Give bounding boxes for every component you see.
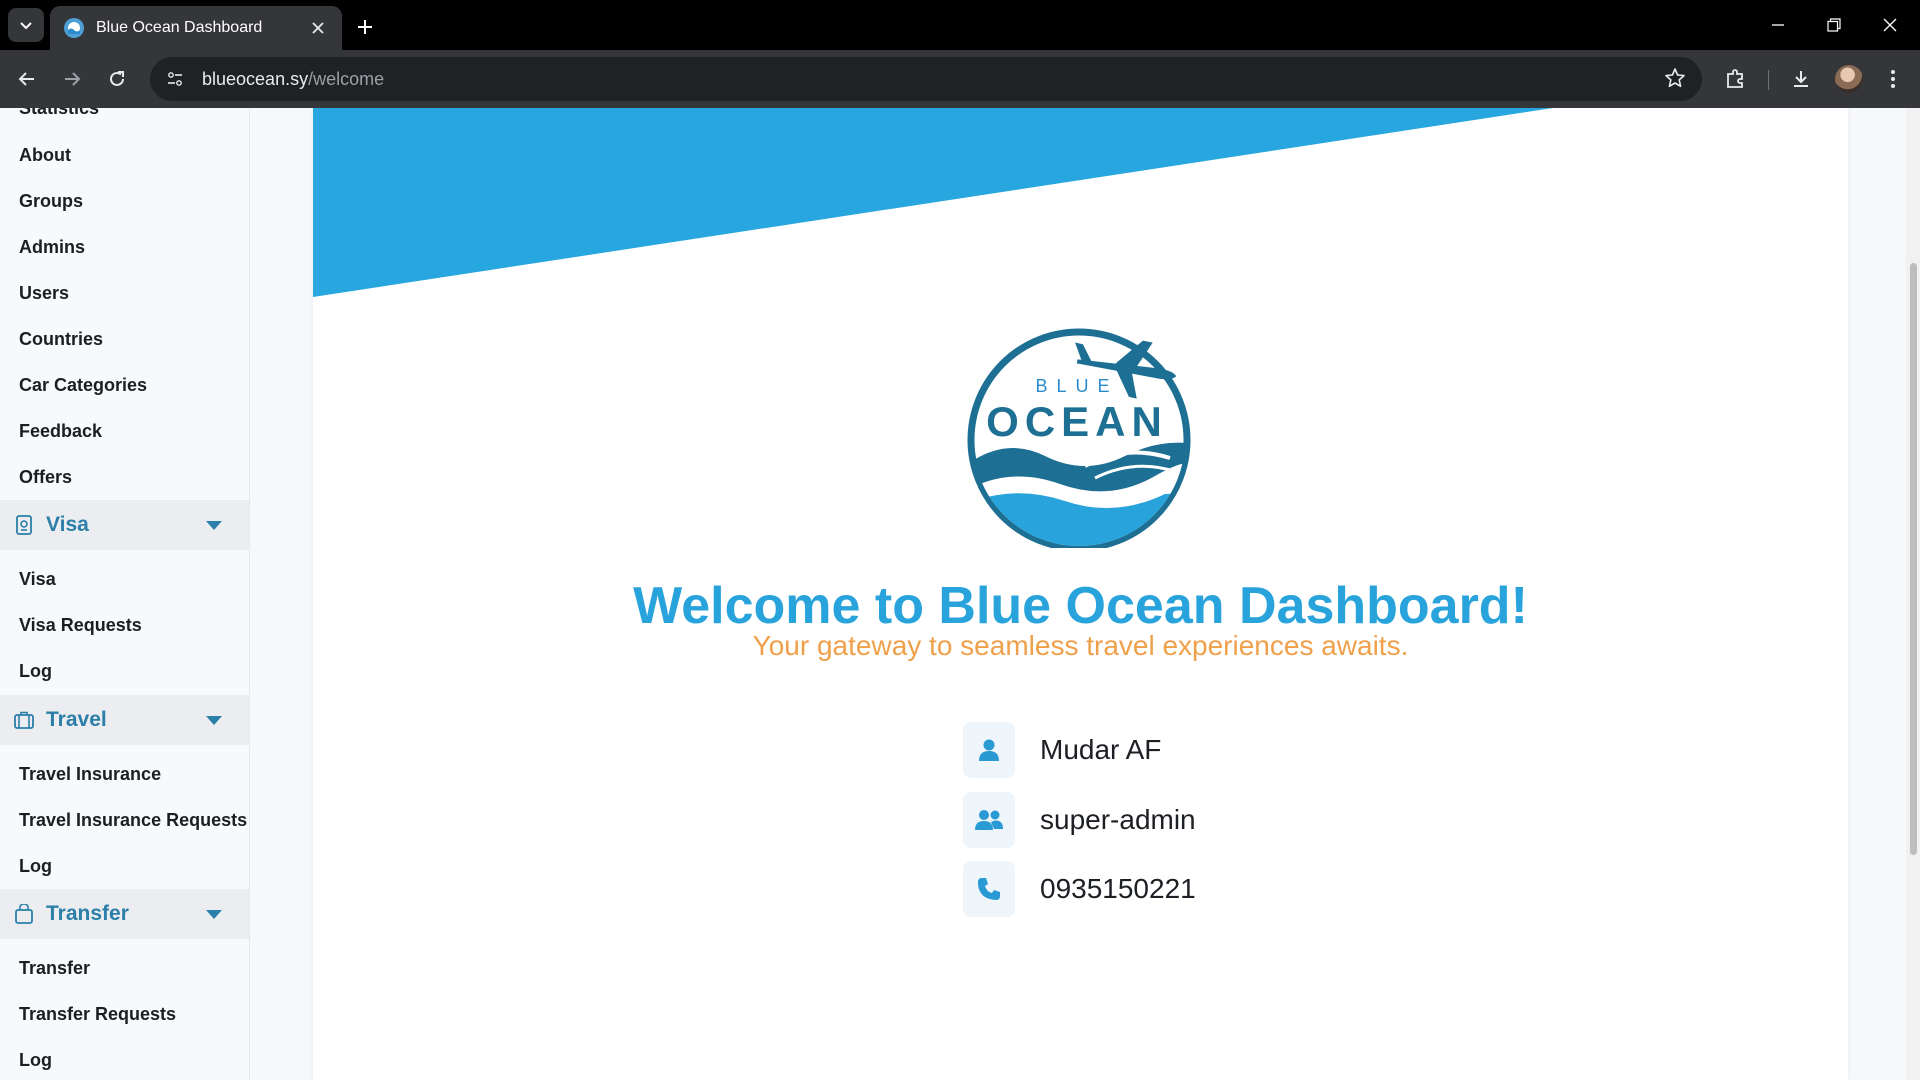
blue-ocean-logo: BLUE OCEAN [967,328,1191,548]
sidebar: Statistics About Groups Admins Users Cou… [0,108,250,1080]
site-favicon-icon [64,18,84,38]
sidebar-group-transfer[interactable]: Transfer [0,889,249,939]
toolbar-separator [1768,70,1769,90]
sidebar-item-admins[interactable]: Admins [19,237,85,258]
profile-phone: 0935150221 [1040,873,1196,904]
sidebar-item-about[interactable]: About [19,145,71,166]
sidebar-item-groups[interactable]: Groups [19,191,83,212]
caret-down-icon [206,520,222,530]
welcome-card: BLUE OCEAN Welcome to Blue Ocean Dashboa… [313,108,1848,1080]
sidebar-item-travel-log[interactable]: Log [19,856,52,877]
site-info-icon[interactable] [162,66,188,92]
url-path: /welcome [308,68,385,89]
minimize-icon[interactable] [1750,0,1806,50]
sidebar-group-label: Visa [46,513,89,536]
chevron-down-icon [20,22,32,30]
profile-avatar[interactable] [1835,65,1863,93]
phone-icon [963,861,1015,917]
profile-name: Mudar AF [1040,734,1162,765]
profile-phone-row: 0935150221 [963,861,1196,917]
sidebar-item-transfer-requests[interactable]: Transfer Requests [19,1004,176,1025]
profile-role: super-admin [1040,804,1196,835]
sidebar-item-visa-requests[interactable]: Visa Requests [19,615,142,636]
sidebar-group-visa[interactable]: Visa [0,500,249,550]
tab-close-icon[interactable] [308,18,328,38]
bag-icon [14,904,34,924]
restore-icon[interactable] [1806,0,1862,50]
page-viewport: Statistics About Groups Admins Users Cou… [0,108,1920,1080]
tab-title: Blue Ocean Dashboard [96,19,263,36]
sidebar-item-transfer-log[interactable]: Log [19,1050,52,1071]
sidebar-item-visa-log[interactable]: Log [19,661,52,682]
welcome-title: Welcome to Blue Ocean Dashboard! [633,577,1528,635]
sidebar-group-travel[interactable]: Travel [0,695,249,745]
sidebar-item-users[interactable]: Users [19,283,69,304]
user-icon [963,722,1015,778]
scrollbar-thumb[interactable] [1910,263,1917,855]
sidebar-item-travel-insurance-requests[interactable]: Travel Insurance Requests [19,810,247,831]
browser-tab-bar: Blue Ocean Dashboard [0,0,1920,50]
reload-icon[interactable] [100,62,134,96]
close-window-icon[interactable] [1862,0,1918,50]
tab-search-button[interactable] [8,8,44,42]
passport-icon [14,515,34,535]
back-arrow-icon[interactable] [10,62,44,96]
address-bar[interactable]: blueocean.sy/welcome [150,57,1702,101]
new-tab-plus-icon[interactable] [350,12,380,42]
sidebar-item-statistics[interactable]: Statistics [19,108,99,119]
sidebar-group-label: Travel [46,708,107,731]
download-icon[interactable] [1784,62,1818,96]
sidebar-item-car-categories[interactable]: Car Categories [19,375,147,396]
sidebar-item-transfer[interactable]: Transfer [19,958,90,979]
extensions-icon[interactable] [1718,62,1752,96]
profile-role-row: super-admin [963,792,1196,848]
more-menu-icon[interactable] [1876,62,1910,96]
sidebar-group-label: Transfer [46,902,129,925]
sidebar-item-visa[interactable]: Visa [19,569,56,590]
svg-text:BLUE: BLUE [1035,376,1118,396]
welcome-subtitle: Your gateway to seamless travel experien… [752,630,1409,661]
svg-text:OCEAN: OCEAN [986,398,1168,445]
sidebar-item-offers[interactable]: Offers [19,467,72,488]
header-banner [313,108,1553,297]
browser-tab[interactable]: Blue Ocean Dashboard [50,6,342,50]
sidebar-item-feedback[interactable]: Feedback [19,421,102,442]
caret-down-icon [206,909,222,919]
caret-down-icon [206,715,222,725]
users-group-icon [963,792,1015,848]
sidebar-item-countries[interactable]: Countries [19,329,103,350]
profile-name-row: Mudar AF [963,722,1161,778]
url-host: blueocean.sy [202,68,309,89]
sidebar-item-travel-insurance[interactable]: Travel Insurance [19,764,161,785]
browser-toolbar: blueocean.sy/welcome [0,50,1920,108]
page-scrollbar[interactable] [1906,108,1920,1080]
forward-arrow-icon[interactable] [55,62,89,96]
bookmark-star-icon[interactable] [1664,67,1686,94]
suitcase-icon [14,710,34,730]
